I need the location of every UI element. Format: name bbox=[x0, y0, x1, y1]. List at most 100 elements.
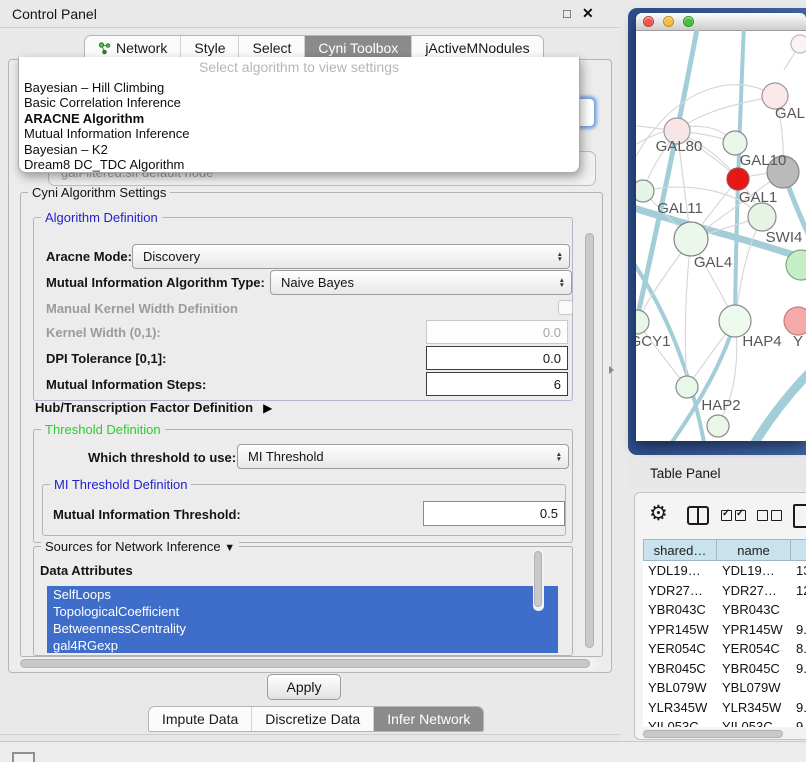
tab-label: Impute Data bbox=[162, 711, 238, 727]
mi-steps-field[interactable]: 6 bbox=[426, 372, 568, 396]
threshold-definition-group: Threshold Definition Which threshold to … bbox=[33, 429, 573, 543]
threshold-definition-title: Threshold Definition bbox=[41, 422, 165, 437]
table-cell: YBL079W bbox=[643, 680, 717, 695]
table-row[interactable]: YIL053CYIL053C9. bbox=[643, 717, 806, 727]
column-header[interactable]: name bbox=[717, 539, 791, 561]
settings-horizontal-scrollbar[interactable] bbox=[18, 658, 598, 670]
algorithm-option[interactable]: Mutual Information Inference bbox=[19, 126, 579, 141]
table-panel: ⚙ shared…name YDL19…YDL19…13YDR27…YDR27…… bbox=[634, 492, 806, 740]
algorithm-option[interactable]: Dream8 DC_TDC Algorithm bbox=[19, 157, 579, 172]
column-header[interactable] bbox=[791, 539, 806, 561]
hub-definition-toggle[interactable]: Hub/Transcription Factor Definition ▶ bbox=[35, 400, 272, 415]
mi-type-combo[interactable]: Naive Bayes bbox=[270, 270, 572, 295]
network-node[interactable] bbox=[791, 35, 806, 53]
network-node[interactable] bbox=[636, 310, 649, 334]
minimized-panel-icon[interactable] bbox=[12, 752, 35, 762]
network-node[interactable] bbox=[674, 222, 708, 256]
settings-vertical-scrollbar[interactable] bbox=[585, 233, 594, 648]
kernel-width-field[interactable]: 0.0 bbox=[426, 320, 568, 344]
sources-title[interactable]: Sources for Network Inference ▼ bbox=[41, 539, 239, 554]
network-node[interactable] bbox=[636, 180, 654, 202]
algorithm-option[interactable]: Basic Correlation Inference bbox=[19, 95, 579, 110]
spinner-icon bbox=[559, 278, 565, 288]
network-view-window[interactable]: GALGAL80GAL10GAL1GAL11SWI4GAL4GCY1HAP4YH… bbox=[636, 13, 806, 441]
panel-collapse-arrow-icon[interactable] bbox=[609, 366, 614, 374]
tab-label: Cyni Toolbox bbox=[318, 40, 398, 56]
which-threshold-combo[interactable]: MI Threshold bbox=[237, 444, 569, 469]
table-row[interactable]: YER054CYER054C8. bbox=[643, 639, 806, 659]
node-label: GAL4 bbox=[694, 254, 732, 271]
sources-title-text: Sources for Network Inference bbox=[45, 539, 221, 554]
algorithm-definition-group: Algorithm Definition Aracne Mode: Discov… bbox=[33, 217, 573, 401]
table-row[interactable]: YLR345WYLR345W9. bbox=[643, 698, 806, 718]
table-cell: YBR045C bbox=[717, 661, 791, 676]
table-row[interactable]: YBR045CYBR045C9. bbox=[643, 659, 806, 679]
tab-label: Infer Network bbox=[387, 711, 470, 727]
node-label: HAP4 bbox=[742, 333, 781, 350]
cyni-algorithm-settings-group: Cyni Algorithm Settings Algorithm Defini… bbox=[20, 192, 603, 657]
attribute-item[interactable]: TopologicalCoefficient bbox=[47, 603, 558, 620]
algorithm-option[interactable]: Bayesian – Hill Climbing bbox=[19, 80, 579, 95]
algorithm-option[interactable]: Bayesian – K2 bbox=[19, 142, 579, 157]
table-row[interactable]: YBL079WYBL079W bbox=[643, 678, 806, 698]
node-label: GAL bbox=[775, 105, 805, 122]
attribute-item[interactable]: SelfLoops bbox=[47, 586, 558, 603]
deselect-all-checkboxes-icon[interactable] bbox=[757, 510, 785, 528]
settings-horizontal-thumb[interactable] bbox=[20, 659, 590, 668]
manual-kernel-checkbox[interactable] bbox=[558, 300, 573, 315]
algorithm-option[interactable]: ARACNE Algorithm bbox=[19, 111, 579, 126]
gear-icon[interactable]: ⚙ bbox=[649, 501, 668, 526]
table-row[interactable]: YDL19…YDL19…13 bbox=[643, 561, 806, 581]
mac-zoom-icon[interactable] bbox=[683, 16, 694, 27]
tab-discretize-data[interactable]: Discretize Data bbox=[251, 707, 373, 731]
network-edge[interactable] bbox=[754, 368, 806, 441]
table-row[interactable]: YBR043CYBR043C bbox=[643, 600, 806, 620]
network-node[interactable] bbox=[748, 203, 776, 231]
attribute-item[interactable]: gal4RGexp bbox=[47, 637, 558, 653]
apply-button[interactable]: Apply bbox=[267, 674, 341, 700]
network-node[interactable] bbox=[784, 307, 806, 335]
table-row[interactable]: YDR27…YDR27…12 bbox=[643, 581, 806, 601]
close-panel-icon[interactable]: ✕ bbox=[582, 5, 594, 22]
table-cell: YPR145W bbox=[643, 622, 717, 637]
network-node[interactable] bbox=[707, 415, 729, 437]
table-cell: 9. bbox=[791, 622, 806, 637]
tab-infer-network[interactable]: Infer Network bbox=[373, 707, 483, 731]
attribute-item[interactable]: BetweennessCentrality bbox=[47, 620, 558, 637]
algorithm-definition-title: Algorithm Definition bbox=[41, 210, 162, 225]
select-all-checkboxes-icon[interactable] bbox=[721, 510, 749, 528]
table-horizontal-scrollbar[interactable] bbox=[641, 729, 806, 740]
table-row[interactable]: YPR145WYPR145W9. bbox=[643, 620, 806, 640]
network-node[interactable] bbox=[727, 168, 749, 190]
table-horizontal-thumb[interactable] bbox=[643, 730, 783, 738]
column-header[interactable]: shared… bbox=[643, 539, 717, 561]
table-cell: YDL19… bbox=[643, 563, 717, 578]
attributes-scrollbar-track[interactable] bbox=[533, 549, 544, 611]
table-cell: YBR043C bbox=[643, 602, 717, 617]
table-mode-icon[interactable] bbox=[793, 504, 806, 528]
data-attributes-list[interactable]: SelfLoopsTopologicalCoefficientBetweenne… bbox=[47, 586, 558, 653]
dpi-tolerance-field[interactable]: 0.0 bbox=[426, 346, 568, 370]
table-cell: YIL053C bbox=[717, 719, 791, 727]
network-window-titlebar[interactable] bbox=[636, 13, 806, 31]
network-edge[interactable] bbox=[685, 239, 691, 387]
data-attributes-label: Data Attributes bbox=[40, 563, 133, 578]
mac-close-icon[interactable] bbox=[643, 16, 654, 27]
table-cell: YBL079W bbox=[717, 680, 791, 695]
tab-label: Network bbox=[116, 40, 167, 56]
aracne-mode-label: Aracne Mode: bbox=[46, 249, 132, 264]
aracne-mode-combo[interactable]: Discovery bbox=[132, 244, 570, 269]
table-cell: 9. bbox=[791, 719, 806, 727]
tab-impute-data[interactable]: Impute Data bbox=[149, 707, 251, 731]
network-canvas[interactable]: GALGAL80GAL10GAL1GAL11SWI4GAL4GCY1HAP4YH… bbox=[636, 30, 806, 441]
float-panel-icon[interactable]: □ bbox=[563, 6, 571, 21]
tab-label: Style bbox=[194, 40, 225, 56]
mi-threshold-field[interactable]: 0.5 bbox=[423, 501, 565, 526]
table-cell: YDR27… bbox=[643, 583, 717, 598]
attributes-scrollbar-thumb[interactable] bbox=[534, 551, 542, 607]
columns-icon[interactable] bbox=[687, 506, 709, 525]
network-node[interactable] bbox=[676, 376, 698, 398]
mac-minimize-icon[interactable] bbox=[663, 16, 674, 27]
mi-threshold-group: MI Threshold Definition Mutual Informati… bbox=[42, 484, 566, 536]
mi-type-value: Naive Bayes bbox=[281, 275, 354, 290]
